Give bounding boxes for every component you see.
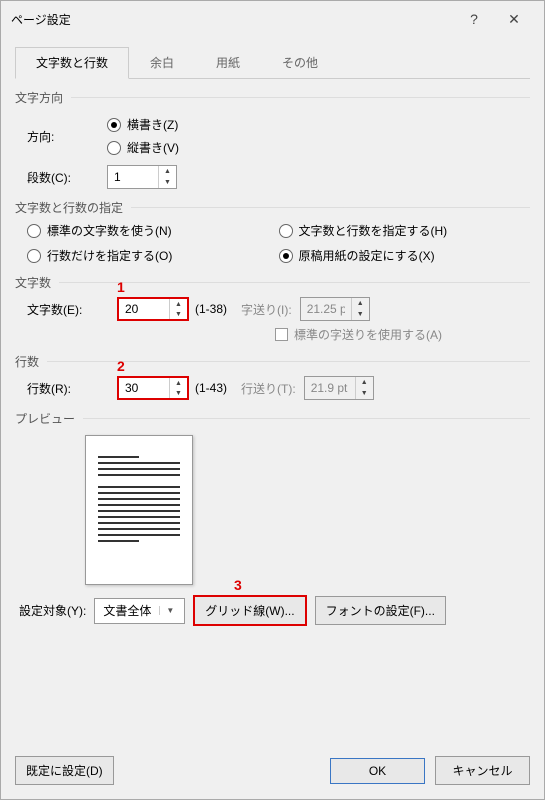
tab-margins[interactable]: 余白: [129, 47, 195, 78]
radio-manuscript-label: 原稿用紙の設定にする(X): [299, 247, 435, 264]
radio-standard-label: 標準の文字数を使う(N): [47, 222, 172, 239]
titlebar: ページ設定 ? ✕: [1, 1, 544, 37]
char-pitch-up-icon: ▲: [352, 298, 369, 309]
chars-label: 文字数(E):: [27, 301, 117, 318]
page-setup-dialog: ページ設定 ? ✕ 文字数と行数 余白 用紙 その他 文字方向 方向: 横書き(…: [0, 0, 545, 800]
char-pitch-input: [301, 298, 351, 320]
section-direction-label: 文字方向: [15, 89, 63, 106]
chars-up-icon[interactable]: ▲: [170, 299, 187, 309]
annotation-3: 3: [234, 577, 242, 593]
char-pitch-label: 字送り(I):: [241, 301, 292, 318]
section-chars: 文字数: [15, 274, 530, 291]
close-button[interactable]: ✕: [494, 5, 534, 33]
radio-horizontal[interactable]: [107, 118, 121, 132]
columns-label: 段数(C):: [27, 169, 107, 186]
lines-label: 行数(R):: [27, 380, 117, 397]
radio-manuscript[interactable]: [279, 249, 293, 263]
chars-input[interactable]: [119, 299, 169, 319]
row-chars: 1 文字数(E): ▲ ▼ (1-38) 字送り(I): ▲ ▼: [27, 297, 530, 321]
dialog-title: ページ設定: [11, 11, 454, 28]
direction-label: 方向:: [27, 128, 107, 145]
gridlines-button[interactable]: グリッド線(W)...: [193, 595, 306, 626]
line-pitch-label: 行送り(T):: [241, 380, 296, 397]
apply-to-value: 文書全体: [103, 602, 151, 619]
tab-strip: 文字数と行数 余白 用紙 その他: [15, 47, 530, 79]
radio-standard[interactable]: [27, 224, 41, 238]
lines-down-icon[interactable]: ▼: [170, 388, 187, 398]
columns-down-icon[interactable]: ▼: [159, 177, 176, 188]
chevron-down-icon: ▼: [159, 606, 180, 615]
radio-horizontal-label: 横書き(Z): [127, 116, 178, 133]
specify-grid: 標準の文字数を使う(N) 文字数と行数を指定する(H) 行数だけを指定する(O)…: [27, 222, 530, 264]
help-button[interactable]: ?: [454, 5, 494, 33]
lines-input[interactable]: [119, 378, 169, 398]
font-settings-button[interactable]: フォントの設定(F)...: [315, 596, 446, 625]
radio-vertical[interactable]: [107, 141, 121, 155]
section-preview-label: プレビュー: [15, 410, 75, 427]
line-pitch-up-icon: ▲: [356, 377, 373, 388]
section-lines-label: 行数: [15, 353, 39, 370]
lines-up-icon[interactable]: ▲: [170, 378, 187, 388]
checkbox-default-pitch-label: 標準の字送りを使用する(A): [294, 326, 442, 343]
radio-vertical-label: 縦書き(V): [127, 139, 179, 156]
lines-spinner[interactable]: ▲ ▼: [117, 376, 189, 400]
preview-page-icon: [85, 435, 193, 585]
row-lines: 2 行数(R): ▲ ▼ (1-43) 行送り(T): ▲ ▼: [27, 376, 530, 400]
row-columns: 段数(C): ▲ ▼: [27, 165, 530, 189]
apply-to-select[interactable]: 文書全体 ▼: [94, 598, 185, 624]
chars-spinner[interactable]: ▲ ▼: [117, 297, 189, 321]
section-preview: プレビュー: [15, 410, 530, 427]
line-pitch-down-icon: ▼: [356, 388, 373, 399]
tab-other[interactable]: その他: [261, 47, 339, 78]
annotation-1: 1: [117, 279, 125, 295]
set-default-button[interactable]: 既定に設定(D): [15, 756, 114, 785]
annotation-2: 2: [117, 358, 125, 374]
cancel-button[interactable]: キャンセル: [435, 756, 530, 785]
checkbox-default-pitch: [275, 328, 288, 341]
row-default-pitch: 標準の字送りを使用する(A): [275, 326, 530, 343]
row-apply: 3 設定対象(Y): 文書全体 ▼ グリッド線(W)... フォントの設定(F)…: [19, 595, 530, 626]
section-specify: 文字数と行数の指定: [15, 199, 530, 216]
columns-spinner[interactable]: ▲ ▼: [107, 165, 177, 189]
line-pitch-spinner: ▲ ▼: [304, 376, 374, 400]
section-lines: 行数: [15, 353, 530, 370]
section-specify-label: 文字数と行数の指定: [15, 199, 123, 216]
section-direction: 文字方向: [15, 89, 530, 106]
row-direction: 方向: 横書き(Z) 縦書き(V): [27, 112, 530, 160]
chars-range: (1-38): [195, 302, 227, 316]
radio-lines-only[interactable]: [27, 249, 41, 263]
apply-to-label: 設定対象(Y):: [19, 602, 86, 619]
radio-chars-lines-label: 文字数と行数を指定する(H): [299, 222, 448, 239]
content-area: 文字数と行数 余白 用紙 その他 文字方向 方向: 横書き(Z) 縦書き(V): [1, 37, 544, 742]
footer: 既定に設定(D) OK キャンセル: [1, 742, 544, 799]
lines-range: (1-43): [195, 381, 227, 395]
char-pitch-down-icon: ▼: [352, 309, 369, 320]
tab-paper[interactable]: 用紙: [195, 47, 261, 78]
ok-button[interactable]: OK: [330, 758, 425, 784]
chars-down-icon[interactable]: ▼: [170, 309, 187, 319]
char-pitch-spinner: ▲ ▼: [300, 297, 370, 321]
section-chars-label: 文字数: [15, 274, 51, 291]
columns-input[interactable]: [108, 166, 158, 188]
radio-chars-lines[interactable]: [279, 224, 293, 238]
columns-up-icon[interactable]: ▲: [159, 166, 176, 177]
tab-chars-lines[interactable]: 文字数と行数: [15, 47, 129, 79]
radio-lines-only-label: 行数だけを指定する(O): [47, 247, 172, 264]
line-pitch-input: [305, 377, 355, 399]
